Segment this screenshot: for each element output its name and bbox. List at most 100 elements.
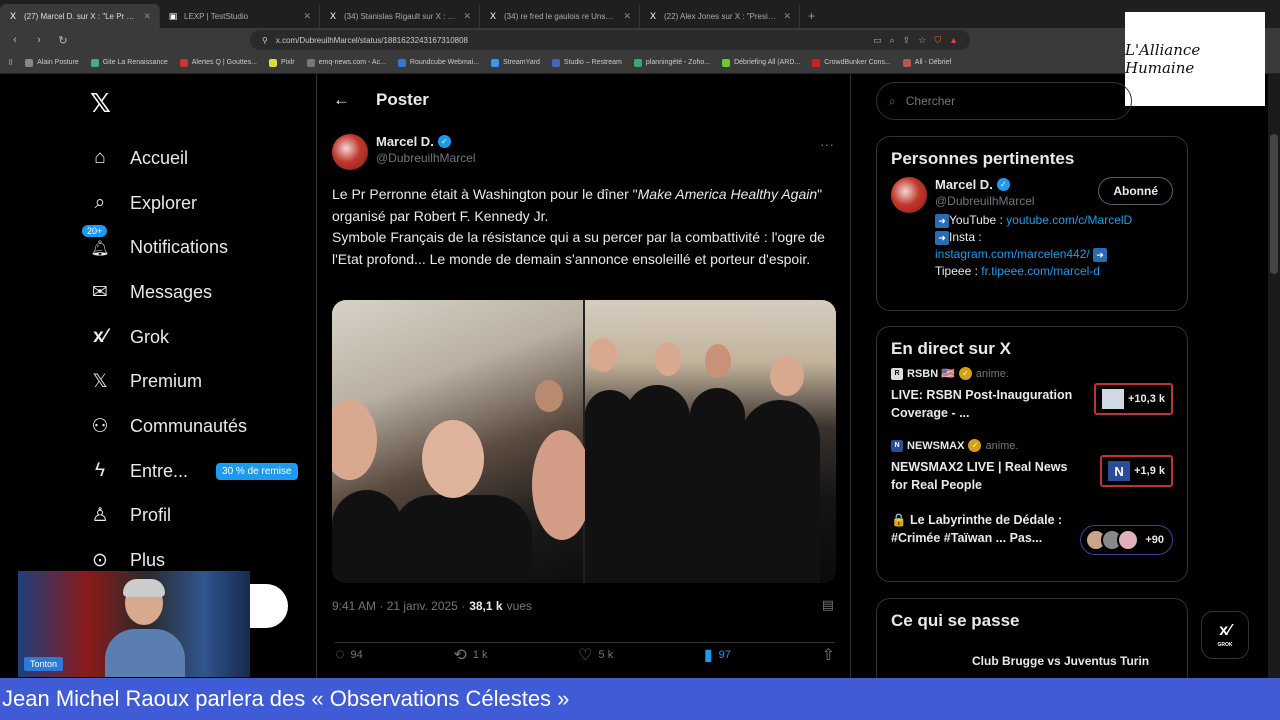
favicon-icon [397,58,406,67]
new-tab-button[interactable]: + [800,4,823,28]
bookmark-item[interactable]: Débriefing All (ARD... [722,58,800,67]
sidebar-item-label: Notifications [130,237,229,258]
instagram-link[interactable]: instagram.com/marcelen442/ [935,247,1090,261]
sidebar-item-grok[interactable]: x⁄ Grok [88,315,318,360]
live-item[interactable]: N NEWSMAX ✓ anime. NEWSMAX2 LIVE | Real New… [877,439,1187,497]
close-icon[interactable]: ✕ [463,11,471,22]
youtube-link[interactable]: youtube.com/c/MarcelD [1006,213,1132,227]
more-circle-icon: ⊙ [92,550,108,572]
favicon-icon [551,58,560,67]
bookmark-item[interactable]: Alain Posture [25,58,79,67]
zoom-icon[interactable]: ⌕ [890,35,895,46]
bookmark-item[interactable]: planningété - Zoho... [633,58,711,67]
sidebar-item-premium[interactable]: 𝕏 Premium [88,359,318,404]
back-icon[interactable]: ‹ [8,34,22,46]
share-button[interactable]: ⇧ [822,643,835,665]
close-icon[interactable]: ✕ [303,11,311,22]
post-photo-2[interactable] [585,300,836,583]
sidebar-item-communities[interactable]: ⚇ Communautés [88,404,318,449]
reply-count: 94 [350,649,363,661]
live-title: LIVE: RSBN Post-Inauguration Coverage - … [891,388,1073,420]
apps-icon[interactable]: ⠿ [8,59,13,67]
avatar[interactable] [891,177,927,213]
studio-icon: ▣ [168,10,178,21]
close-icon[interactable]: ✕ [783,11,791,22]
site-info-icon[interactable]: ⚲ [262,36,268,45]
live-item[interactable]: R RSBN 🇺🇸 ✓ anime. LIVE: RSBN Post-Inaugura… [877,367,1187,425]
x-premium-icon: 𝕏 [92,371,108,393]
live-status: anime. [985,439,1019,452]
browser-tab[interactable]: X (22) Alex Jones sur X : "President Tr ✕ [640,4,800,28]
favicon-icon [25,58,34,67]
relevant-person[interactable]: Marcel D. ✓ @DubreuilhMarcel ➜ YouTube : y… [877,177,1187,280]
browser-tab[interactable]: X (27) Marcel D. sur X : "Le Pr Per ✕ [0,4,160,28]
avatar[interactable] [332,134,368,170]
analytics-icon[interactable]: ▤ [822,597,834,613]
bookmark-item[interactable]: Gite La Renaissance [90,58,168,67]
sidebar-item-label: Premium [130,371,203,392]
person-name[interactable]: Marcel D. [935,177,993,192]
sidebar-item-profile[interactable]: ♙ Profil [88,494,318,539]
logo-text: L'Alliance Humaine [1125,41,1201,77]
sidebar-item-messages[interactable]: ✉ Messages [88,270,318,315]
more-options-icon[interactable]: ··· [820,136,834,152]
sidebar-item-business[interactable]: ϟ Entre... 30 % de remise [88,449,318,494]
sidebar-item-explore[interactable]: ⌕ Explorer [88,181,318,226]
sidebar-item-notifications[interactable]: 🔔︎ 20+ Notifications [82,225,318,270]
extension-icons: ▭ ⌕ ⇪ ☆ ⛉ ▲ [873,35,958,46]
scrollbar[interactable] [1268,74,1280,720]
bookmark-label: Roundcube Webmai... [409,59,480,66]
search-input[interactable]: ⌕ Chercher [876,82,1132,120]
bookmark-item[interactable]: Pixlr [269,58,295,67]
brave-shield-icon[interactable]: ⛉ [934,35,941,46]
trend-item[interactable]: Club Brugge vs Juventus Turin [972,654,1149,668]
bookmark-item[interactable]: Studio – Restream [551,58,622,67]
close-icon[interactable]: ✕ [623,11,631,22]
bookmark-item[interactable]: Roundcube Webmai... [397,58,480,67]
warning-icon[interactable]: ▲ [949,35,958,46]
forward-icon[interactable]: › [32,34,46,46]
bookmark-star-icon[interactable]: ☆ [918,35,926,46]
following-button[interactable]: Abonné [1098,177,1173,205]
repost-button[interactable]: ⟲ 1 k [453,643,487,665]
screenshot-icon[interactable]: ▭ [873,35,882,46]
share-icon[interactable]: ⇪ [903,35,911,46]
browser-tab[interactable]: X (34) Stanislas Rigault sur X : "La gau ✕ [320,4,480,28]
bookmark-label: planningété - Zoho... [645,59,711,66]
bookmark-item[interactable]: emq-news.com - Ac... [306,58,386,67]
bio-text: YouTube : [949,213,1007,227]
grok-floating-button[interactable]: x⁄ GROK [1201,611,1249,659]
post-photo-1[interactable] [332,300,592,583]
post-timestamp[interactable]: 9:41 AM · 21 janv. 2025 · [332,599,465,613]
tipeee-link[interactable]: fr.tipeee.com/marcel-d [981,264,1100,278]
webcam-name-label: Tonton [24,657,64,671]
author-name[interactable]: Marcel D. [376,134,434,149]
live-item[interactable]: 🔒 Le Labyrinthe de Dédale : #Crimée #Taï… [877,511,1187,555]
arrow-right-icon: ➜ [1093,248,1108,262]
back-arrow-icon[interactable]: ← [333,90,350,110]
address-bar[interactable]: ⚲ x.com/DubreuilhMarcel/status/188162324… [250,30,970,50]
reload-icon[interactable]: ↻ [56,34,70,47]
sidebar-item-home[interactable]: ⌂ Accueil [88,136,318,181]
x-logo-icon[interactable]: 𝕏 [90,88,111,119]
bookmark-item[interactable]: Alertes Q | Gouttes... [179,58,257,67]
like-button[interactable]: ♡ 5 k [578,643,613,665]
host-avatar-icon: R [891,367,903,380]
browser-tab[interactable]: ▣ LEXP | TestStudio ✕ [160,4,320,28]
author-handle[interactable]: @DubreuilhMarcel [376,151,476,165]
post-media[interactable] [332,300,836,583]
bookmark-item[interactable]: All - Débrief [902,58,951,67]
photo-face [332,400,377,480]
reply-button[interactable]: ◌ 94 [335,643,363,665]
sidebar-item-label: Grok [130,326,170,347]
bookmark-item[interactable]: CrowdBunker Cons... [812,58,891,67]
browser-tab[interactable]: X (34) re fred le gaulois re Unsondesi ✕ [480,4,640,28]
scrollbar-thumb[interactable] [1270,134,1278,274]
bookmark-button[interactable]: ▮ 97 [704,643,731,665]
close-icon[interactable]: ✕ [143,11,151,22]
bookmark-item[interactable]: StreamYard [491,58,540,67]
listener-count: +90 [1145,534,1164,546]
post-author[interactable]: Marcel D. ✓ @DubreuilhMarcel [332,134,476,170]
host-avatar-icon: N [891,439,903,452]
sidebar-item-label: Profil [130,505,172,526]
